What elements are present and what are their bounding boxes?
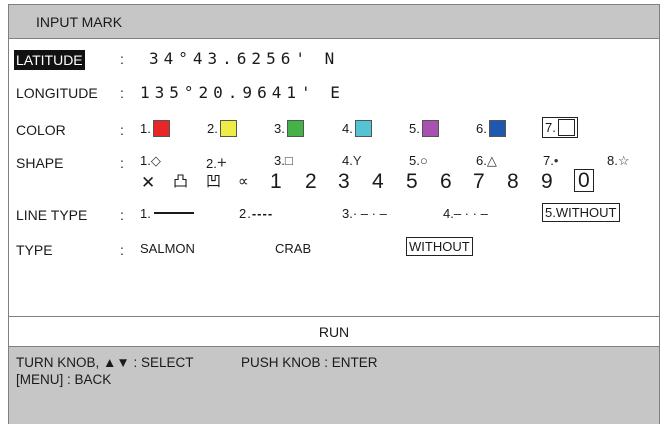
convex-icon[interactable]: 凸: [173, 174, 188, 189]
shape-option-num: 5.: [409, 153, 420, 168]
line-type-option-3[interactable]: 3.· – · –: [342, 206, 387, 221]
latitude-label[interactable]: LATITUDE: [14, 50, 85, 70]
color-swatch-green: [286, 120, 304, 137]
shape-option-num: 6.: [476, 153, 487, 168]
type-label[interactable]: TYPE: [16, 242, 53, 258]
line-type-option-2[interactable]: 2.----: [239, 206, 273, 221]
color-option-6[interactable]: 6.: [476, 120, 506, 137]
line-type-colon: :: [120, 207, 124, 223]
shape-digit-2[interactable]: 2: [305, 171, 317, 192]
latitude-value[interactable]: 34°43.6256' N: [149, 49, 339, 68]
line-type-option-num: 2.: [239, 206, 252, 221]
shape-colon: :: [120, 155, 124, 171]
shape-option-num: 3.: [274, 153, 285, 168]
shape-digit-0-selected[interactable]: 0: [574, 169, 594, 192]
shape-digit-6[interactable]: 6: [440, 171, 452, 192]
run-label: RUN: [318, 324, 350, 340]
shape-option-dot[interactable]: 7.•: [543, 153, 558, 168]
star-icon: ☆: [617, 153, 630, 168]
type-colon: :: [120, 242, 124, 258]
color-swatch-blue: [488, 120, 506, 137]
shape-digit-5[interactable]: 5: [406, 171, 418, 192]
longitude-label[interactable]: LONGITUDE: [16, 85, 98, 101]
dot-icon: •: [553, 153, 559, 168]
color-option-1[interactable]: 1.: [140, 120, 170, 137]
shape-option-num: 4.: [342, 153, 353, 168]
square-icon: □: [284, 153, 293, 168]
shape-digit-1[interactable]: 1: [270, 171, 282, 192]
line-type-option-num: 4.: [443, 206, 454, 221]
color-swatch-cyan: [354, 120, 372, 137]
shape-digit-4[interactable]: 4: [372, 171, 384, 192]
shape-option-square[interactable]: 3.□: [274, 153, 293, 168]
color-option-num: 7.: [545, 120, 556, 135]
concave-icon[interactable]: 凹: [206, 174, 221, 189]
y-shape-icon: Y: [352, 153, 362, 168]
solid-line-icon: [153, 212, 194, 214]
line-type-option-num: 1.: [140, 206, 151, 221]
longitude-colon: :: [120, 85, 124, 101]
type-option-without-selected[interactable]: WITHOUT: [406, 237, 473, 256]
longitude-value[interactable]: 135°20.9641' E: [140, 83, 345, 102]
color-swatch-white: [557, 119, 575, 136]
color-option-num: 4.: [342, 121, 353, 136]
shape-option-num: 2.: [206, 156, 217, 171]
shape-option-num: 1.: [140, 153, 151, 168]
color-option-5[interactable]: 5.: [409, 120, 439, 137]
color-option-7-selected[interactable]: 7.: [542, 117, 578, 138]
shape-option-num: 7.: [543, 153, 554, 168]
color-colon: :: [120, 122, 124, 138]
dashed-line-icon: ----: [251, 206, 274, 221]
color-option-4[interactable]: 4.: [342, 120, 372, 137]
color-swatch-red: [152, 120, 170, 137]
shape-option-triangle[interactable]: 6.△: [476, 153, 497, 169]
shape-label[interactable]: SHAPE: [16, 155, 63, 171]
color-label[interactable]: COLOR: [16, 122, 66, 138]
color-option-num: 2.: [207, 121, 218, 136]
color-option-2[interactable]: 2.: [207, 120, 237, 137]
shape-digit-8[interactable]: 8: [507, 171, 519, 192]
help-select: TURN KNOB, ▲▼ : SELECT: [16, 355, 194, 370]
latitude-colon: :: [120, 51, 124, 67]
shape-digit-9[interactable]: 9: [541, 171, 553, 192]
input-mark-dialog: INPUT MARK LATITUDE : 34°43.6256' N LONG…: [8, 4, 660, 424]
dash-dot-dot-line-icon: – · · –: [453, 206, 488, 221]
color-swatch-yellow: [219, 120, 237, 137]
shape-option-y[interactable]: 4.Y: [342, 153, 362, 168]
color-swatch-purple: [421, 120, 439, 137]
shape-option-diamond[interactable]: 1.◇: [140, 153, 161, 169]
dialog-title: INPUT MARK: [36, 14, 123, 30]
cross-icon[interactable]: ✕: [141, 174, 155, 191]
shape-option-star[interactable]: 8.☆: [607, 153, 630, 169]
color-option-num: 6.: [476, 121, 487, 136]
type-option-salmon[interactable]: SALMON: [140, 241, 195, 256]
help-back: [MENU] : BACK: [16, 372, 112, 387]
type-option-crab[interactable]: CRAB: [275, 241, 311, 256]
shape-option-circle[interactable]: 5.○: [409, 153, 428, 168]
title-bar: INPUT MARK: [9, 5, 659, 39]
line-type-option-4[interactable]: 4.– · · –: [443, 206, 488, 221]
line-type-label[interactable]: LINE TYPE: [16, 207, 87, 223]
shape-option-num: 8.: [607, 153, 618, 168]
color-option-num: 5.: [409, 121, 420, 136]
help-footer: TURN KNOB, ▲▼ : SELECT PUSH KNOB : ENTER…: [9, 347, 659, 424]
color-option-3[interactable]: 3.: [274, 120, 304, 137]
color-option-num: 3.: [274, 121, 285, 136]
help-enter: PUSH KNOB : ENTER: [241, 355, 378, 370]
triangle-icon: △: [486, 153, 497, 168]
fish-icon[interactable]: ∝: [238, 174, 249, 189]
line-type-option-5-selected[interactable]: 5.WITHOUT: [542, 203, 620, 222]
dash-dot-line-icon: · – · –: [352, 206, 387, 221]
line-type-option-num: 3.: [342, 206, 353, 221]
plus-icon: +: [216, 153, 227, 172]
line-type-option-1[interactable]: 1.: [140, 206, 194, 221]
circle-icon: ○: [419, 153, 428, 168]
shape-option-plus[interactable]: 2.+: [206, 153, 227, 173]
color-option-num: 1.: [140, 121, 151, 136]
shape-digit-3[interactable]: 3: [338, 171, 350, 192]
run-button[interactable]: RUN: [9, 317, 659, 346]
shape-digit-7[interactable]: 7: [473, 171, 485, 192]
diamond-icon: ◇: [150, 153, 161, 168]
